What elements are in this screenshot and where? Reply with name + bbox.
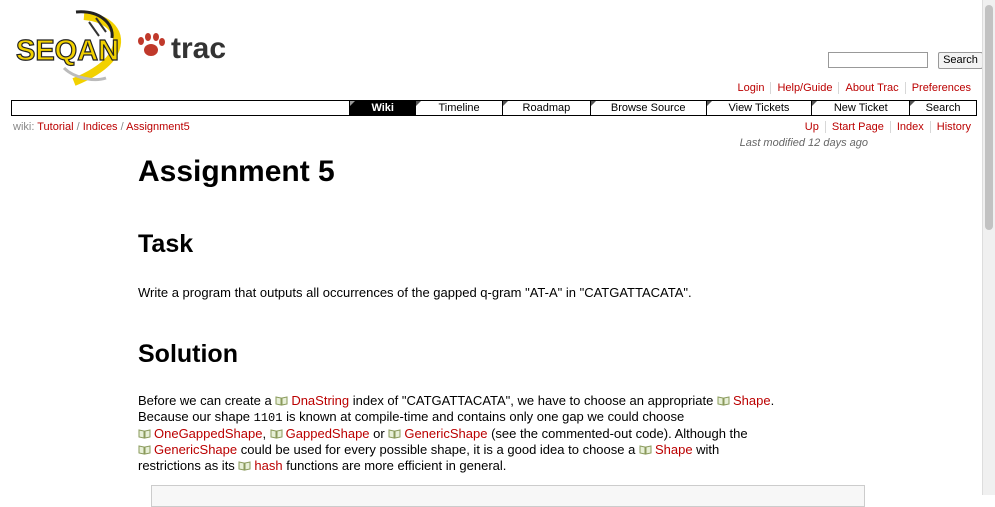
solution-heading: Solution <box>138 340 238 368</box>
hash-link[interactable]: hash <box>254 458 282 473</box>
tab-search[interactable]: Search <box>909 101 976 115</box>
search-button[interactable]: Search <box>938 52 983 69</box>
meta-navigation: Login Help/Guide About Trac Preferences <box>732 82 977 94</box>
tab-wiki[interactable]: Wiki <box>349 101 416 115</box>
page-title: Assignment 5 <box>138 155 335 188</box>
seqan-trac-logo[interactable]: SEQAN trac <box>14 8 229 88</box>
search-input[interactable] <box>828 52 928 68</box>
context-navigation: Up Start Page Index History <box>799 121 977 133</box>
solution-text: restrictions as its <box>138 458 239 473</box>
breadcrumb-prefix: wiki: <box>13 121 35 133</box>
preferences-link[interactable]: Preferences <box>912 82 971 94</box>
last-modified: Last modified 12 days ago <box>739 137 868 149</box>
solution-text: functions are more efficient in general. <box>282 458 507 473</box>
logo-seqan-text: SEQAN <box>16 35 119 67</box>
tab-roadmap[interactable]: Roadmap <box>501 101 590 115</box>
onegappedshape-link[interactable]: OneGappedShape <box>154 426 262 441</box>
solution-text: . <box>770 393 775 408</box>
task-text: Write a program that outputs all occurre… <box>138 285 692 300</box>
shape-link-2[interactable]: Shape <box>655 442 693 457</box>
start-page-link[interactable]: Start Page <box>832 121 884 133</box>
up-link[interactable]: Up <box>805 121 819 133</box>
vertical-scrollbar[interactable] <box>982 0 995 495</box>
solution-text: Because our shape <box>138 409 254 424</box>
logo-trac-text: trac <box>171 32 226 65</box>
scrollbar-thumb[interactable] <box>985 5 993 230</box>
book-icon <box>138 427 151 439</box>
breadcrumb: wiki: Tutorial / Indices / Assignment5 <box>13 121 190 133</box>
solution-text: , <box>262 426 270 441</box>
book-icon <box>238 459 251 471</box>
main-navigation: Wiki Timeline Roadmap Browse Source View… <box>11 100 977 116</box>
shape-link[interactable]: Shape <box>733 393 771 408</box>
index-link[interactable]: Index <box>897 121 924 133</box>
solution-text: (see the commented-out code). Although t… <box>487 426 748 441</box>
genericshape-link-2[interactable]: GenericShape <box>154 442 237 457</box>
solution-text: index of "CATGATTACATA", we have to choo… <box>349 393 717 408</box>
login-link[interactable]: Login <box>738 82 765 94</box>
book-icon <box>639 443 652 455</box>
solution-paragraph: Before we can create a DnaString index o… <box>138 393 898 474</box>
solution-text: with <box>692 442 720 457</box>
genericshape-link[interactable]: GenericShape <box>404 426 487 441</box>
tab-new-ticket[interactable]: New Ticket <box>811 101 909 115</box>
solution-text: is known at compile-time and contains on… <box>282 409 685 424</box>
tab-browse-source[interactable]: Browse Source <box>589 101 706 115</box>
solution-text: Before we can create a <box>138 393 276 408</box>
book-icon <box>717 394 730 406</box>
main-nav-spacer <box>12 101 349 115</box>
breadcrumb-assignment5[interactable]: Assignment5 <box>126 121 190 133</box>
book-icon <box>388 427 401 439</box>
about-trac-link[interactable]: About Trac <box>845 82 898 94</box>
task-heading: Task <box>138 230 194 258</box>
tab-view-tickets[interactable]: View Tickets <box>705 101 812 115</box>
breadcrumb-tutorial[interactable]: Tutorial <box>37 121 73 133</box>
history-link[interactable]: History <box>937 121 971 133</box>
breadcrumb-indices[interactable]: Indices <box>83 121 118 133</box>
solution-text: or <box>369 426 389 441</box>
dnastring-link[interactable]: DnaString <box>291 393 349 408</box>
book-icon <box>270 427 283 439</box>
gappedshape-link[interactable]: GappedShape <box>286 426 370 441</box>
tab-timeline[interactable]: Timeline <box>415 101 502 115</box>
code-block <box>151 485 865 507</box>
solution-text: could be used for every possible shape, … <box>237 442 639 457</box>
shape-code: 1101 <box>253 411 283 425</box>
help-guide-link[interactable]: Help/Guide <box>777 82 832 94</box>
book-icon <box>138 443 151 455</box>
book-icon <box>275 394 288 406</box>
